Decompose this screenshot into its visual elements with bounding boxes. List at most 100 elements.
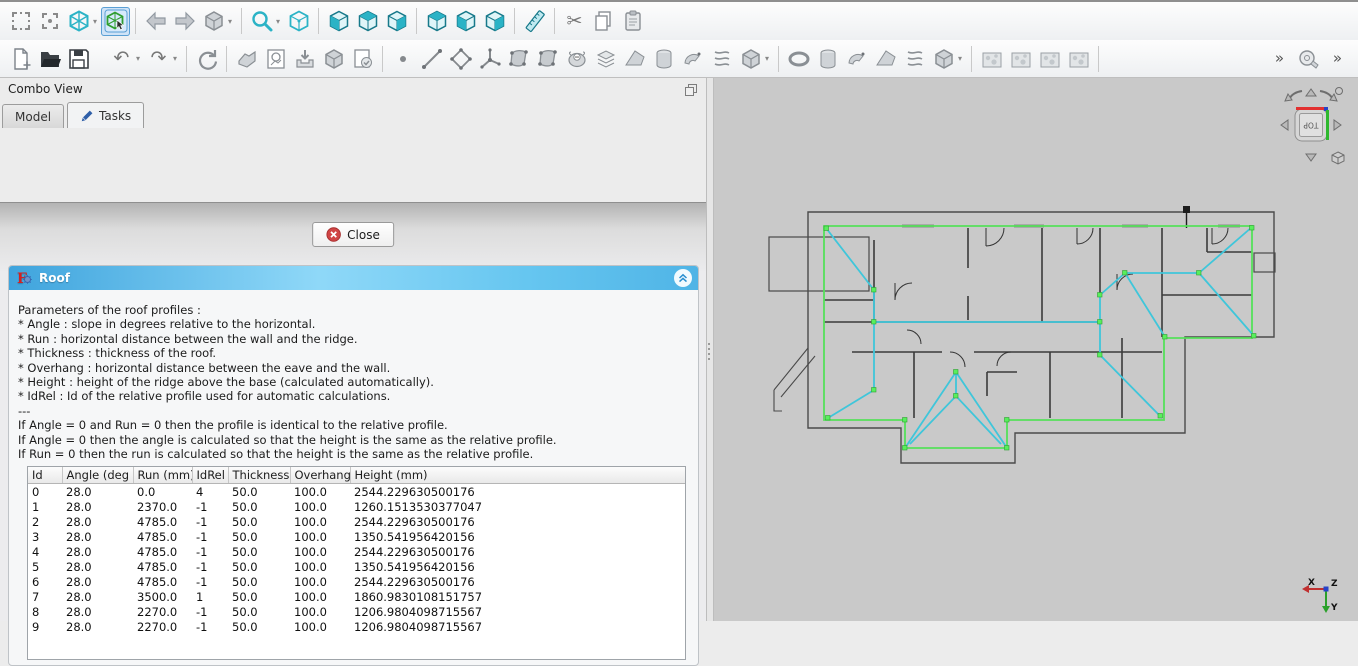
draft-wire-icon[interactable]: [562, 44, 591, 73]
table-cell[interactable]: 28.0: [62, 499, 133, 514]
table-cell[interactable]: 100.0: [290, 499, 350, 514]
roof-section-header[interactable]: F Roof: [9, 266, 698, 290]
roof-profiles-table[interactable]: IdAngle (degRun (mm)IdRelThicknessOverha…: [27, 466, 686, 660]
dropdown-arrow-icon[interactable]: ▾: [228, 17, 236, 26]
view-left-icon[interactable]: [480, 7, 509, 36]
import-icon[interactable]: [290, 44, 319, 73]
table-cell[interactable]: 2370.0: [133, 499, 192, 514]
part-gear-icon[interactable]: [842, 44, 871, 73]
table-row[interactable]: 928.02270.0-150.0100.01206.9804098715567: [28, 619, 685, 634]
table-cell[interactable]: 50.0: [228, 574, 290, 589]
table-cell[interactable]: -1: [192, 529, 228, 544]
collapse-section-icon[interactable]: [674, 269, 692, 287]
table-cell[interactable]: 1350.541956420156: [350, 529, 685, 544]
part-shape-icon[interactable]: [232, 44, 261, 73]
table-cell[interactable]: -1: [192, 574, 228, 589]
table-cell[interactable]: 0: [28, 484, 62, 500]
arch-window-icon[interactable]: [649, 44, 678, 73]
nav-forward-icon[interactable]: [170, 7, 199, 36]
table-cell[interactable]: 7: [28, 589, 62, 604]
close-task-button[interactable]: Close: [312, 222, 394, 247]
table-cell[interactable]: 3: [28, 529, 62, 544]
facebinder-icon[interactable]: [504, 44, 533, 73]
table-cell[interactable]: 2544.229630500176: [350, 544, 685, 559]
table-row[interactable]: 828.02270.0-150.0100.01206.9804098715567: [28, 604, 685, 619]
table-cell[interactable]: 4785.0: [133, 544, 192, 559]
table-row[interactable]: 428.04785.0-150.0100.02544.229630500176: [28, 544, 685, 559]
dropdown-arrow-icon[interactable]: ▾: [765, 54, 773, 63]
table-cell[interactable]: 50.0: [228, 499, 290, 514]
table-cell[interactable]: 0.0: [133, 484, 192, 500]
table-cell[interactable]: 1260.1513530377047: [350, 499, 685, 514]
table-cell[interactable]: 2544.229630500176: [350, 484, 685, 500]
dropdown-arrow-icon[interactable]: ▾: [958, 54, 966, 63]
3d-viewport[interactable]: TOP X Z Y: [714, 78, 1358, 621]
table-cell[interactable]: 28.0: [62, 589, 133, 604]
box-selection-icon[interactable]: [6, 7, 35, 36]
part-cone-icon[interactable]: [871, 44, 900, 73]
table-cell[interactable]: 28.0: [62, 619, 133, 634]
table-cell[interactable]: 2270.0: [133, 619, 192, 634]
table-cell[interactable]: 1860.9830108151757: [350, 589, 685, 604]
table-cell[interactable]: 1206.9804098715567: [350, 619, 685, 634]
fit-all-icon[interactable]: [284, 7, 313, 36]
table-row[interactable]: 228.04785.0-150.0100.02544.229630500176: [28, 514, 685, 529]
draft-rectangle-icon[interactable]: [446, 44, 475, 73]
layers-icon[interactable]: [591, 44, 620, 73]
table-cell[interactable]: 6: [28, 574, 62, 589]
table-cell[interactable]: 100.0: [290, 604, 350, 619]
draft-line-icon[interactable]: [417, 44, 446, 73]
table-cell[interactable]: 50.0: [228, 589, 290, 604]
save-icon[interactable]: [64, 44, 93, 73]
new-document-icon[interactable]: [6, 44, 35, 73]
table-cell[interactable]: 1: [192, 589, 228, 604]
zoom-icon[interactable]: [247, 7, 276, 36]
tab-model[interactable]: Model: [2, 104, 64, 128]
table-cell[interactable]: -1: [192, 619, 228, 634]
table-cell[interactable]: 100.0: [290, 559, 350, 574]
table-cell[interactable]: 50.0: [228, 514, 290, 529]
material-stone-icon[interactable]: [977, 44, 1006, 73]
tab-tasks[interactable]: Tasks: [67, 102, 144, 128]
export-3d-icon[interactable]: [319, 44, 348, 73]
box-element-selection-icon[interactable]: [35, 7, 64, 36]
table-cell[interactable]: 4: [192, 484, 228, 500]
table-cell[interactable]: 1206.9804098715567: [350, 604, 685, 619]
arch-wall-icon[interactable]: [620, 44, 649, 73]
table-cell[interactable]: 100.0: [290, 484, 350, 500]
validate-icon[interactable]: [348, 44, 377, 73]
table-cell[interactable]: 8: [28, 604, 62, 619]
table-cell[interactable]: 50.0: [228, 619, 290, 634]
table-cell[interactable]: 28.0: [62, 544, 133, 559]
arch-profile-icon[interactable]: [678, 44, 707, 73]
table-row[interactable]: 528.04785.0-150.0100.01350.541956420156: [28, 559, 685, 574]
table-cell[interactable]: 28.0: [62, 484, 133, 500]
table-cell[interactable]: 2544.229630500176: [350, 514, 685, 529]
view-rear-icon[interactable]: [422, 7, 451, 36]
table-cell[interactable]: -1: [192, 544, 228, 559]
part-box-icon[interactable]: [929, 44, 958, 73]
draft-axes-icon[interactable]: [475, 44, 504, 73]
table-cell[interactable]: -1: [192, 604, 228, 619]
table-cell[interactable]: 100.0: [290, 589, 350, 604]
dropdown-arrow-icon[interactable]: ▾: [276, 17, 284, 26]
part-ring-icon[interactable]: [784, 44, 813, 73]
table-cell[interactable]: 100.0: [290, 619, 350, 634]
cut-icon[interactable]: ✂: [560, 7, 589, 36]
table-cell[interactable]: 4: [28, 544, 62, 559]
paste-icon[interactable]: [618, 7, 647, 36]
table-cell[interactable]: 2270.0: [133, 604, 192, 619]
table-cell[interactable]: 100.0: [290, 514, 350, 529]
table-cell[interactable]: 3500.0: [133, 589, 192, 604]
panel-splitter[interactable]: [706, 78, 714, 621]
toolbar-overflow-icon[interactable]: »: [1265, 44, 1294, 73]
table-cell[interactable]: 2: [28, 514, 62, 529]
table-cell[interactable]: 100.0: [290, 574, 350, 589]
table-cell[interactable]: 100.0: [290, 529, 350, 544]
table-cell[interactable]: 28.0: [62, 514, 133, 529]
table-cell[interactable]: 50.0: [228, 484, 290, 500]
arch-box-icon[interactable]: [736, 44, 765, 73]
table-cell[interactable]: 50.0: [228, 544, 290, 559]
part-sweep-icon[interactable]: [900, 44, 929, 73]
table-row[interactable]: 628.04785.0-150.0100.02544.229630500176: [28, 574, 685, 589]
